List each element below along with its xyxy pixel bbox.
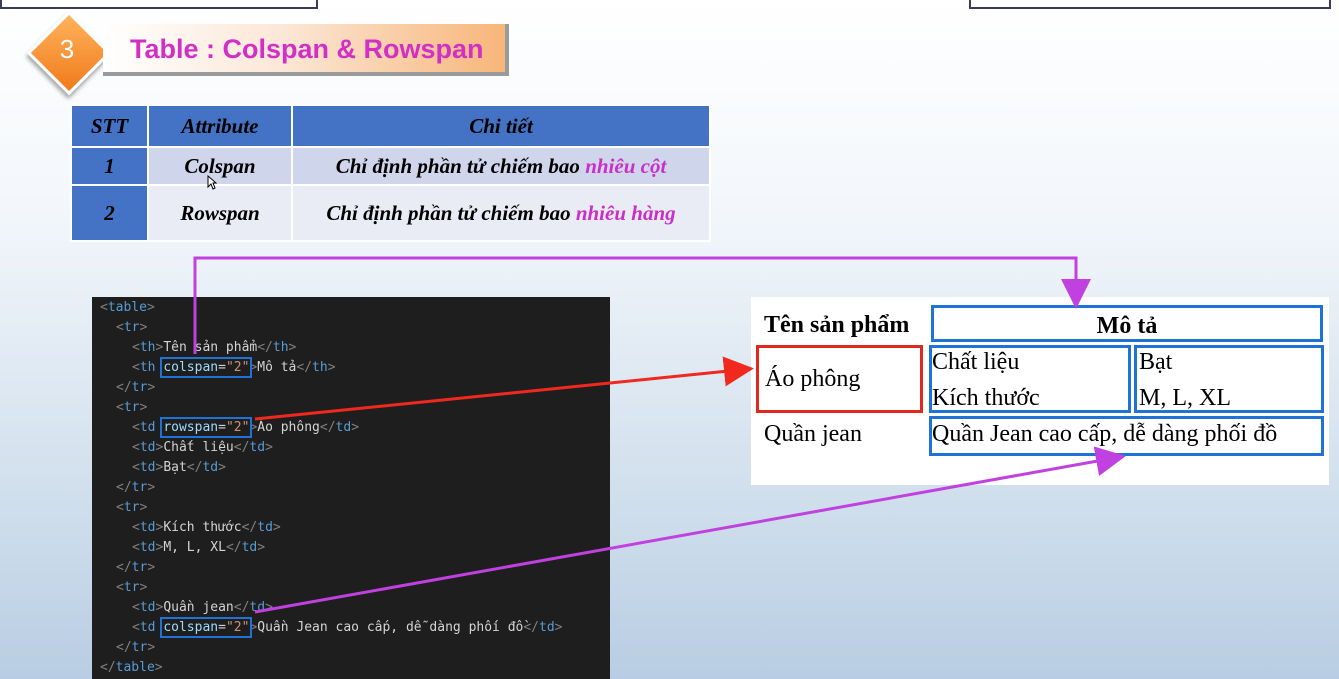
output-row2-attr: Kích thước xyxy=(932,385,1040,411)
rowspan-highlight: rowspan="2" xyxy=(160,417,253,438)
output-rowspan-cell: Áo phông xyxy=(756,345,923,413)
code-line: <td>Bạt</td> xyxy=(132,460,226,475)
row-attribute: Colspan xyxy=(147,146,293,186)
code-line: <td>Chất liệu</td> xyxy=(132,440,273,455)
code-line: </tr> xyxy=(116,380,156,395)
mouse-cursor-icon xyxy=(207,175,217,190)
slide-title: Table : Colspan & Rowspan xyxy=(130,34,484,64)
code-line: <td>M, L, XL</td> xyxy=(132,540,266,555)
detail-emphasis: nhiêu cột xyxy=(585,153,667,178)
output-row3-name: Quần jean xyxy=(764,421,862,447)
output-header-name: Tên sản phẩm xyxy=(764,312,910,338)
code-line: <td rowspan="2">Áo phông</td> xyxy=(132,417,360,438)
output-row1-val: Bạt xyxy=(1139,349,1173,375)
header-detail: Chi tiết xyxy=(291,104,711,148)
rendered-table-preview: Tên sản phẩm Mô tả Áo phông Chất liệu Kí… xyxy=(751,297,1329,485)
output-colspan-cell: Quần Jean cao cấp, dễ dàng phối đồ xyxy=(929,416,1324,456)
code-line: <tr> xyxy=(116,400,148,415)
code-line: <td colspan="2">Quần Jean cao cấp, dễ dà… xyxy=(132,617,563,638)
detail-text: Chỉ định phần tử chiếm bao xyxy=(326,200,576,225)
colspan-highlight: colspan="2" xyxy=(160,357,253,378)
output-row1-name: Áo phông xyxy=(765,366,861,392)
slide-title-bar: Table : Colspan & Rowspan xyxy=(103,24,509,76)
table-row: 2 Rowspan Chỉ định phần tử chiếm bao nhi… xyxy=(70,184,711,242)
row-detail: Chỉ định phần tử chiếm bao nhiêu cột xyxy=(291,146,711,186)
row-attribute: Rowspan xyxy=(147,184,293,242)
header-stt: STT xyxy=(70,104,149,148)
detail-emphasis: nhiêu hàng xyxy=(575,200,676,225)
section-number-badge: 3 xyxy=(26,10,112,96)
section-number: 3 xyxy=(59,34,75,64)
row-stt: 2 xyxy=(70,184,149,242)
output-val-cell: Bạt M, L, XL xyxy=(1134,345,1324,413)
row-stt: 1 xyxy=(70,146,149,186)
detail-text: Chỉ định phần tử chiếm bao xyxy=(335,153,586,178)
output-row2-val: M, L, XL xyxy=(1139,385,1231,411)
attribute-table: STT Attribute Chi tiết 1 Colspan Chỉ địn… xyxy=(70,104,711,242)
html-code-block: <table> <tr> <th>Tên sản phẩm</th> <th c… xyxy=(92,297,610,679)
code-line: <tr> xyxy=(116,500,148,515)
code-line: </tr> xyxy=(116,560,156,575)
colspan-highlight: colspan="2" xyxy=(160,617,253,638)
code-line: </tr> xyxy=(116,640,156,655)
code-line: <tr> xyxy=(116,320,148,335)
code-line: <td>Kích thước</td> xyxy=(132,520,281,535)
output-header-desc: Mô tả xyxy=(1096,313,1158,339)
table-row: 1 Colspan Chỉ định phần tử chiếm bao nhi… xyxy=(70,146,711,186)
header-attribute: Attribute xyxy=(147,104,293,148)
output-row1-attr: Chất liệu xyxy=(932,349,1020,375)
code-line: <table> xyxy=(100,300,155,315)
code-line: </table> xyxy=(100,660,163,675)
code-line: <th colspan="2">Mô tả</th> xyxy=(132,357,336,378)
output-attr-cell: Chất liệu Kích thước xyxy=(929,345,1131,413)
code-line: <tr> xyxy=(116,580,148,595)
top-right-frame xyxy=(969,0,1331,9)
output-header-desc-cell: Mô tả xyxy=(931,305,1323,342)
table-header-row: STT Attribute Chi tiết xyxy=(70,104,711,148)
output-row3-desc: Quần Jean cao cấp, dễ dàng phối đồ xyxy=(932,421,1278,447)
code-line: </tr> xyxy=(116,480,156,495)
code-line: <th>Tên sản phẩm</th> xyxy=(132,340,297,355)
top-left-frame xyxy=(0,0,318,9)
row-detail: Chỉ định phần tử chiếm bao nhiêu hàng xyxy=(291,184,711,242)
code-line: <td>Quần jean</td> xyxy=(132,600,273,615)
